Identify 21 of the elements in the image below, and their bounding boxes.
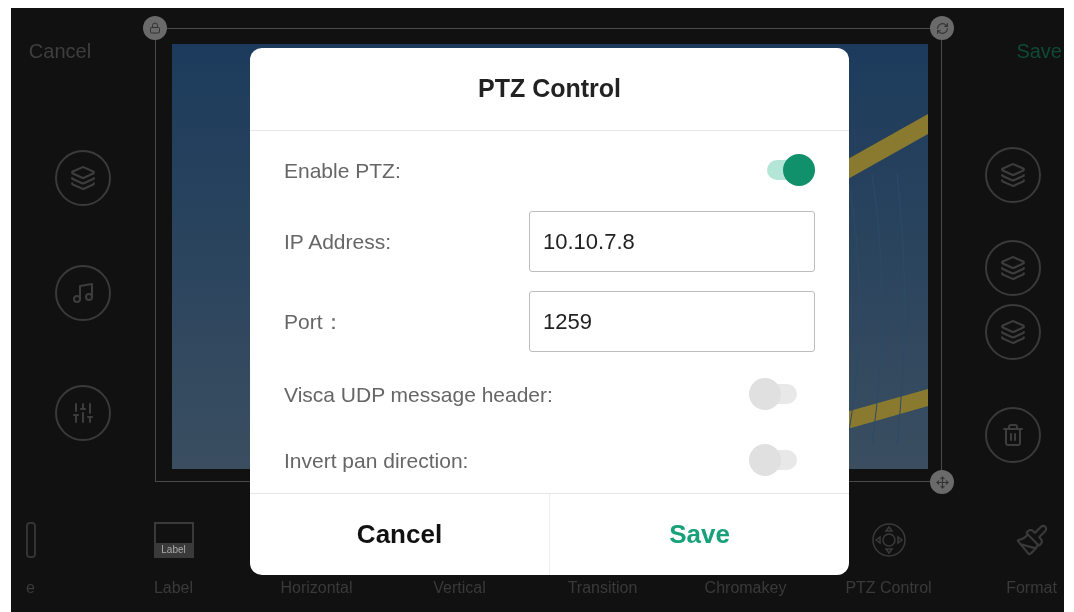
music-note-icon[interactable] [55,265,111,321]
input-field[interactable]: 1259 [529,291,815,352]
icon-caption: Label [155,543,192,556]
setting-label: IP Address: [284,228,391,255]
setting-label: Visca UDP message header: [284,381,553,408]
input-field[interactable]: 10.10.7.8 [529,211,815,272]
sliders-icon[interactable] [55,385,111,441]
setting-label: Invert pan direction: [284,447,469,474]
setting-label: Port： [284,308,344,335]
save-button[interactable]: Save [549,494,849,575]
dialog-title: PTZ Control [478,73,621,105]
paintbrush-icon [1014,523,1049,557]
resize-handle-icon[interactable] [930,470,954,494]
dpad-icon [870,522,907,558]
rotate-handle-icon[interactable] [930,16,954,40]
save-link[interactable]: Save [1016,36,1062,66]
frame-icon [25,522,36,558]
lock-handle-icon[interactable] [143,16,167,40]
setting-label: Enable PTZ: [284,157,401,184]
cancel-button[interactable]: Cancel [250,494,549,575]
trash-icon[interactable] [985,407,1041,463]
